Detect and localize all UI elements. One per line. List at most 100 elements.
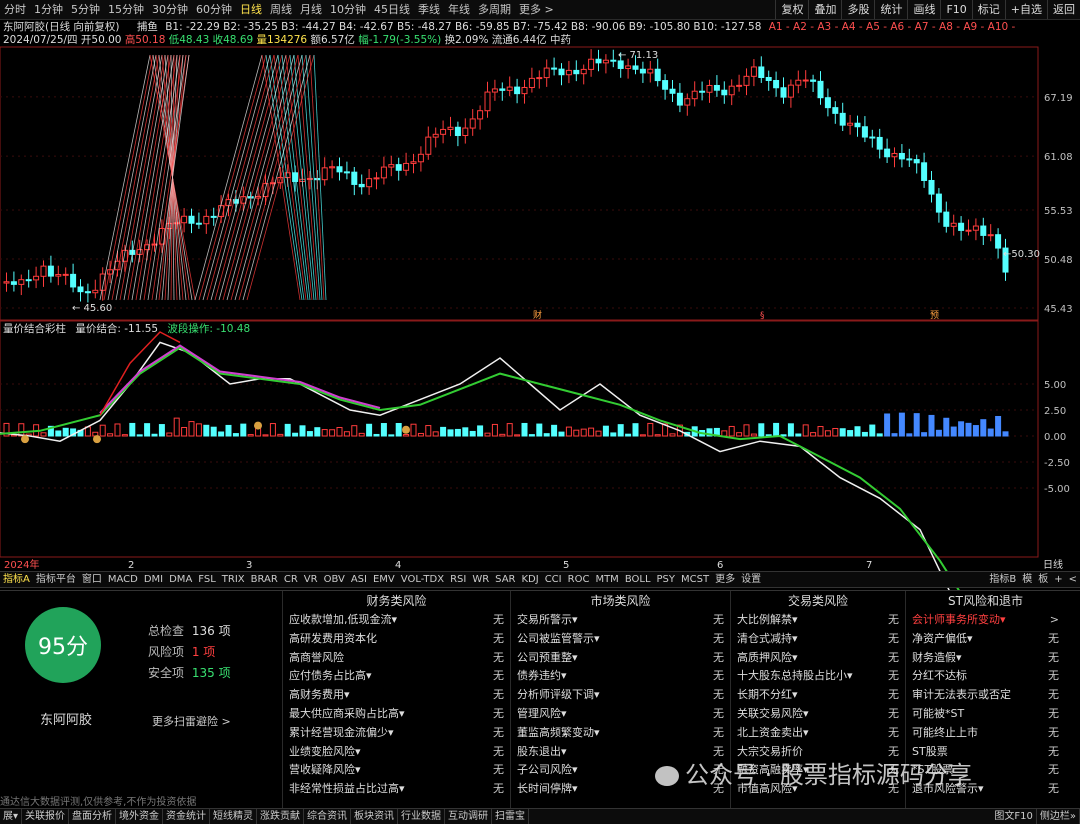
indicator-tab-12[interactable]: ASI: [348, 572, 370, 587]
indicator-tab-15[interactable]: RSI: [447, 572, 469, 587]
bottom-tab-5[interactable]: 短线精灵: [210, 809, 258, 824]
risk-item[interactable]: 应付债务占比高▾ 无: [283, 667, 510, 686]
toolbar-button-7[interactable]: +自选: [1004, 0, 1047, 19]
bottom-tab-9[interactable]: 行业数据: [398, 809, 446, 824]
toolbar-button-2[interactable]: 多股: [841, 0, 874, 19]
toolbar-button-4[interactable]: 画线: [907, 0, 940, 19]
toolbar-button-1[interactable]: 叠加: [808, 0, 841, 19]
tab-period-13[interactable]: 多周期: [474, 0, 515, 19]
bottom-tab-1[interactable]: 关联报价: [22, 809, 70, 824]
bottom-tab-11[interactable]: 扫雷宝: [492, 809, 530, 824]
indicator-tab-16[interactable]: WR: [469, 572, 492, 587]
tab-period-14[interactable]: 更多 >: [515, 0, 558, 19]
indicator-tab-2[interactable]: 窗口: [79, 572, 105, 587]
indicator-tab-5[interactable]: DMA: [166, 572, 195, 587]
indicator-right-2[interactable]: 板: [1035, 572, 1051, 587]
tab-period-2[interactable]: 5分钟: [67, 0, 104, 19]
indicator-tab-19[interactable]: CCI: [542, 572, 565, 587]
risk-item[interactable]: 公司预重整▾ 无: [511, 649, 730, 668]
indicator-tab-13[interactable]: EMV: [370, 572, 398, 587]
indicator-tab-0[interactable]: 指标A: [0, 572, 33, 587]
bottom-tab-6[interactable]: 涨跌贡献: [257, 809, 305, 824]
risk-item[interactable]: 高商誉风险 无: [283, 649, 510, 668]
risk-item[interactable]: 清仓式减持▾ 无: [731, 630, 905, 649]
risk-item[interactable]: 会计师事务所变动▾ >: [906, 611, 1065, 630]
risk-item[interactable]: 关联交易风险▾ 无: [731, 705, 905, 724]
risk-item[interactable]: 债券违约▾ 无: [511, 667, 730, 686]
risk-item[interactable]: 财务造假▾ 无: [906, 649, 1065, 668]
bottom-right-0[interactable]: 图文F10: [991, 809, 1037, 824]
indicator-tab-20[interactable]: ROC: [565, 572, 593, 587]
indicator-tab-10[interactable]: VR: [301, 572, 321, 587]
risk-item[interactable]: 最大供应商采购占比高▾ 无: [283, 705, 510, 724]
indicator-tab-4[interactable]: DMI: [141, 572, 166, 587]
indicator-tab-18[interactable]: KDJ: [518, 572, 541, 587]
bottom-tab-7[interactable]: 综合资讯: [304, 809, 352, 824]
indicator-tab-8[interactable]: BRAR: [248, 572, 281, 587]
risk-item[interactable]: 北上资金卖出▾ 无: [731, 724, 905, 743]
toolbar-button-8[interactable]: 返回: [1047, 0, 1080, 19]
bottom-right-1[interactable]: 侧边栏»: [1037, 809, 1080, 824]
tab-period-0[interactable]: 分时: [0, 0, 30, 19]
indicator-right-4[interactable]: <: [1066, 572, 1080, 587]
tab-period-4[interactable]: 30分钟: [148, 0, 192, 19]
tab-period-3[interactable]: 15分钟: [104, 0, 148, 19]
tab-period-10[interactable]: 45日线: [370, 0, 414, 19]
tab-period-6[interactable]: 日线: [236, 0, 266, 19]
risk-item[interactable]: 累计经营现金流偏少▾ 无: [283, 724, 510, 743]
tab-period-7[interactable]: 周线: [266, 0, 296, 19]
indicator-tab-6[interactable]: FSL: [195, 572, 219, 587]
toolbar-button-0[interactable]: 复权: [775, 0, 808, 19]
risk-item[interactable]: 高财务费用▾ 无: [283, 686, 510, 705]
risk-item[interactable]: 审计无法表示或否定 无: [906, 686, 1065, 705]
indicator-tab-25[interactable]: 更多: [712, 572, 738, 587]
risk-item[interactable]: 十大股东总持股占比小▾ 无: [731, 667, 905, 686]
indicator-tab-21[interactable]: MTM: [592, 572, 621, 587]
bottom-tab-0[interactable]: 展▾: [0, 809, 23, 824]
indicator-tab-7[interactable]: TRIX: [219, 572, 248, 587]
indicator-tab-22[interactable]: BOLL: [622, 572, 654, 587]
tab-period-9[interactable]: 10分钟: [326, 0, 370, 19]
toolbar-button-3[interactable]: 统计: [874, 0, 907, 19]
indicator-right-0[interactable]: 指标B: [986, 572, 1019, 587]
tab-period-8[interactable]: 月线: [296, 0, 326, 19]
indicator-tab-9[interactable]: CR: [281, 572, 301, 587]
indicator-tab-26[interactable]: 设置: [738, 572, 764, 587]
risk-item[interactable]: 业绩变脸风险▾ 无: [283, 743, 510, 762]
bottom-tab-8[interactable]: 板块资讯: [351, 809, 399, 824]
indicator-tab-14[interactable]: VOL-TDX: [398, 572, 447, 587]
risk-item[interactable]: 分红不达标 无: [906, 667, 1065, 686]
risk-item[interactable]: 可能终止上市 无: [906, 724, 1065, 743]
more-risk-link[interactable]: 更多扫雷避险 >: [152, 713, 231, 729]
indicator-tab-23[interactable]: PSY: [654, 572, 679, 587]
tab-period-5[interactable]: 60分钟: [192, 0, 236, 19]
bottom-tab-2[interactable]: 盘面分析: [69, 809, 117, 824]
indicator-tab-11[interactable]: OBV: [321, 572, 348, 587]
risk-item[interactable]: 营收疑降风险▾ 无: [283, 761, 510, 780]
bottom-tab-10[interactable]: 互动调研: [445, 809, 493, 824]
risk-item[interactable]: 可能被*ST 无: [906, 705, 1065, 724]
indicator-tab-1[interactable]: 指标平台: [33, 572, 79, 587]
risk-item[interactable]: 高质押风险▾ 无: [731, 649, 905, 668]
bottom-tab-3[interactable]: 境外资金: [116, 809, 164, 824]
tab-period-1[interactable]: 1分钟: [30, 0, 67, 19]
risk-item[interactable]: 长期不分红▾ 无: [731, 686, 905, 705]
risk-item[interactable]: 大比例解禁▾ 无: [731, 611, 905, 630]
indicator-right-1[interactable]: 模: [1019, 572, 1035, 587]
risk-item[interactable]: 公司被监管警示▾ 无: [511, 630, 730, 649]
indicator-right-3[interactable]: +: [1051, 572, 1065, 587]
bottom-tab-4[interactable]: 资金统计: [163, 809, 211, 824]
risk-item[interactable]: 董监高频繁变动▾ 无: [511, 724, 730, 743]
risk-item[interactable]: 高研发费用资本化 无: [283, 630, 510, 649]
risk-item[interactable]: 分析师评级下调▾ 无: [511, 686, 730, 705]
indicator-tab-17[interactable]: SAR: [492, 572, 518, 587]
risk-item[interactable]: 应收款增加,低现金流▾ 无: [283, 611, 510, 630]
toolbar-button-6[interactable]: 标记: [971, 0, 1005, 19]
risk-item[interactable]: 净资产偏低▾ 无: [906, 630, 1065, 649]
indicator-tab-3[interactable]: MACD: [105, 572, 141, 587]
tab-period-11[interactable]: 季线: [414, 0, 444, 19]
toolbar-button-5[interactable]: F10: [940, 0, 971, 19]
risk-item[interactable]: 交易所警示▾ 无: [511, 611, 730, 630]
risk-item[interactable]: 管理风险▾ 无: [511, 705, 730, 724]
indicator-tab-24[interactable]: MCST: [678, 572, 712, 587]
